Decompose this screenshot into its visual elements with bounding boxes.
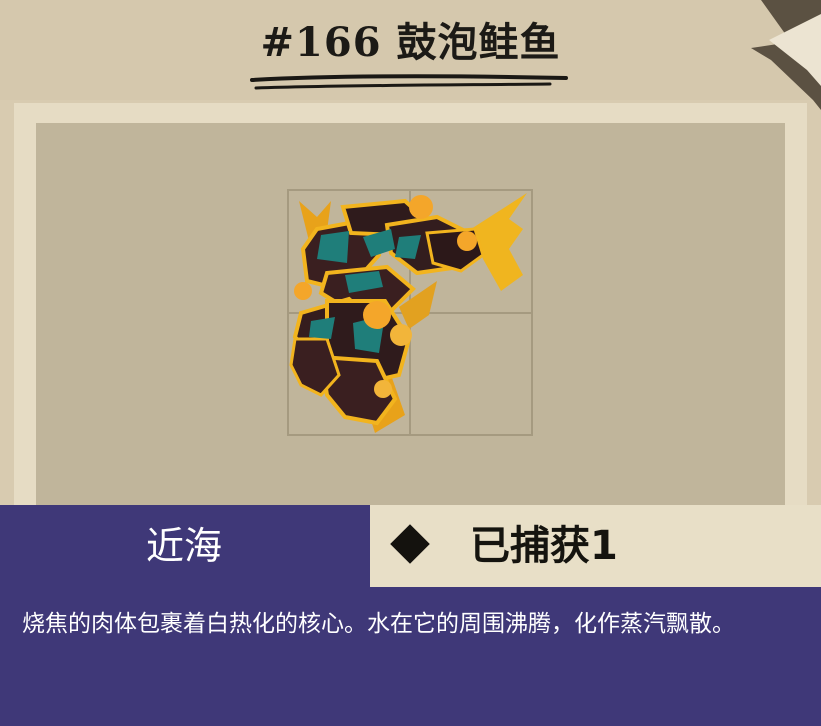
- header: #166 鼓泡鲑鱼: [0, 0, 821, 110]
- catch-status: 已捕获1: [370, 505, 821, 587]
- region-label: 近海: [145, 524, 222, 568]
- title-number: #166: [260, 19, 382, 66]
- catch-count-text: 已捕获1: [470, 523, 618, 569]
- page-corner-curl: [751, 0, 821, 110]
- diamond-icon: [390, 524, 430, 564]
- fish-detail-page: #166 鼓泡鲑鱼 近海 已捕获1 烧焦的肉体包裹着白热化的核心。水在它的周围沸…: [0, 0, 821, 726]
- title-underline: [250, 74, 568, 90]
- bubbling-salmon-fish-image: [289, 193, 527, 433]
- title-name: 鼓泡鲑鱼: [396, 20, 561, 66]
- fish-description: 烧焦的肉体包裹着白热化的核心。水在它的周围沸腾，化作蒸汽飘散。: [22, 611, 735, 637]
- page-title: #166 鼓泡鲑鱼: [0, 10, 821, 68]
- info-bar: 近海 已捕获1 烧焦的肉体包裹着白热化的核心。水在它的周围沸腾，化作蒸汽飘散。: [0, 505, 821, 726]
